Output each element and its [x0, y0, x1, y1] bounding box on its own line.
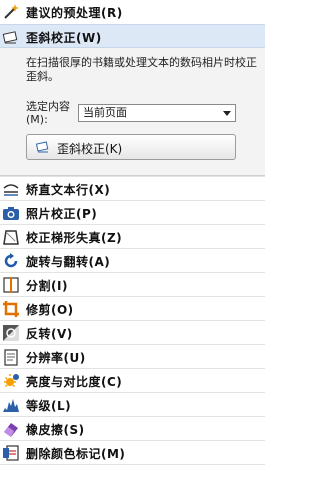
menu-item-label: 校正梯形失真(Z)	[26, 231, 123, 245]
menu-item-suggested-preprocessing[interactable]: 建议的预处理(R)	[0, 0, 265, 24]
brightness-icon	[4, 374, 19, 388]
camera-icon	[3, 207, 19, 220]
menu-item-brightness-contrast[interactable]: 亮度与对比度(C)	[0, 368, 265, 392]
menu-item-label: 分割(I)	[26, 279, 68, 293]
menu-item-label: 旋转与翻转(A)	[26, 255, 111, 269]
levels-icon	[3, 399, 19, 412]
selection-value: 当前页面	[83, 106, 127, 119]
chevron-down-icon	[223, 111, 231, 116]
resolution-icon	[4, 349, 18, 366]
rotate-icon	[4, 253, 18, 268]
menu-item-label: 修剪(O)	[26, 303, 74, 317]
menu-item-label: 建议的预处理(R)	[26, 6, 123, 20]
menu-item-deskew[interactable]: 歪斜校正(W)	[0, 24, 265, 48]
selection-dropdown[interactable]: 当前页面	[78, 104, 236, 122]
deskew-icon	[35, 141, 49, 153]
menu-item-label: 矫直文本行(X)	[26, 183, 111, 197]
selection-label: 选定内容(M):	[26, 100, 70, 126]
menu-bottom-filler	[0, 464, 265, 486]
menu-item-resolution[interactable]: 分辨率(U)	[0, 344, 265, 368]
menu-item-label: 删除颜色标记(M)	[26, 447, 126, 461]
menu-item-label: 亮度与对比度(C)	[26, 375, 123, 389]
deskew-description: 在扫描很厚的书籍或处理文本的数码相片时校正歪斜。	[26, 56, 257, 83]
menu-item-straighten-text-lines[interactable]: 矫直文本行(X)	[0, 176, 265, 200]
eraser-icon	[4, 423, 18, 437]
menu-item-photo-correction[interactable]: 照片校正(P)	[0, 200, 265, 224]
deskew-icon	[2, 31, 18, 44]
menu-item-rotate-flip[interactable]: 旋转与翻转(A)	[0, 248, 265, 272]
straighten-lines-icon	[3, 184, 19, 196]
menu-item-eraser[interactable]: 橡皮擦(S)	[0, 416, 265, 440]
split-icon	[3, 277, 19, 293]
trapezoid-icon	[3, 230, 19, 245]
menu-item-keystone-correction[interactable]: 校正梯形失真(Z)	[0, 224, 265, 248]
menu-item-remove-color-marks[interactable]: 删除颜色标记(M)	[0, 440, 265, 464]
menu-item-label: 橡皮擦(S)	[26, 423, 85, 437]
menu-item-levels[interactable]: 等级(L)	[0, 392, 265, 416]
wand-icon	[4, 4, 19, 19]
crop-icon	[3, 301, 19, 317]
deskew-button-label: 歪斜校正(K)	[57, 142, 123, 156]
menu-item-label: 反转(V)	[26, 327, 73, 341]
menu-item-invert[interactable]: 反转(V)	[0, 320, 265, 344]
menu-item-label: 等级(L)	[26, 399, 72, 413]
menu-item-crop[interactable]: 修剪(O)	[0, 296, 265, 320]
deskew-options-panel: 在扫描很厚的书籍或处理文本的数码相片时校正歪斜。 选定内容(M): 当前页面 歪…	[0, 48, 265, 176]
invert-icon	[3, 325, 19, 341]
menu-item-label: 照片校正(P)	[26, 207, 98, 221]
menu-item-split[interactable]: 分割(I)	[0, 272, 265, 296]
menu-item-label: 歪斜校正(W)	[26, 31, 102, 45]
menu-item-label: 分辨率(U)	[26, 351, 86, 365]
deskew-button[interactable]: 歪斜校正(K)	[26, 134, 236, 160]
remove-color-marks-icon	[3, 445, 19, 461]
